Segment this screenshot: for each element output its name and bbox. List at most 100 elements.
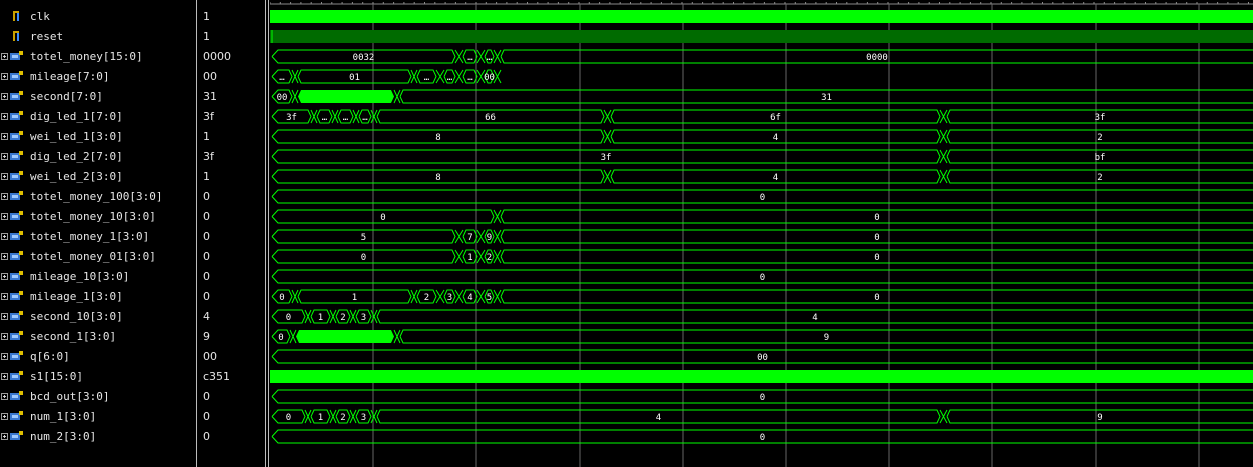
expand-icon[interactable] <box>1 293 8 300</box>
bus-value-label: 6f <box>770 113 781 123</box>
bus-value-label: 2 <box>1097 133 1102 143</box>
expand-icon[interactable] <box>1 173 8 180</box>
bus-value-label: 01 <box>349 73 360 83</box>
bus-signal-icon <box>10 391 23 400</box>
signal-row[interactable]: mileage[7:0] <box>0 67 196 87</box>
waveform-row[interactable]: 8 4 2 <box>271 169 1253 184</box>
bus-signal-icon <box>10 131 23 140</box>
signal-name: totel_money_100[3:0] <box>30 190 163 203</box>
bus-value-label: bf <box>1095 153 1106 163</box>
signal-value: 1 <box>203 10 210 23</box>
waveform-row[interactable]: 0 1 2 0 <box>271 249 1253 264</box>
expand-icon[interactable] <box>1 133 8 140</box>
expand-icon[interactable] <box>1 153 8 160</box>
signal-row[interactable]: num_2[3:0] <box>0 427 196 447</box>
waveform-row[interactable]: 00 31 <box>271 89 1253 104</box>
signal-row[interactable]: second[7:0] <box>0 87 196 107</box>
expand-icon[interactable] <box>1 373 8 380</box>
waveform-row[interactable]: 3f … … … 66 6f 3f <box>271 109 1253 124</box>
bus-value-label: 00 <box>484 73 495 83</box>
bus-value-label: 9 <box>1097 413 1102 423</box>
expand-icon[interactable] <box>1 73 8 80</box>
waveform-row[interactable]: 0 1 2 3 4 5 0 <box>271 289 1253 304</box>
waveform-row[interactable]: 0 <box>271 189 1253 204</box>
bus-value-label: 0000 <box>866 53 888 63</box>
high-level-bar <box>270 30 1253 43</box>
signal-name: reset <box>30 30 64 43</box>
expand-icon[interactable] <box>1 213 8 220</box>
bus-signal-icon <box>10 211 23 220</box>
bus-value-label: 0 <box>760 433 765 443</box>
waveform-row[interactable]: 09 <box>271 329 1253 344</box>
signal-row[interactable]: totel_money_01[3:0] <box>0 247 196 267</box>
expand-icon[interactable] <box>1 313 8 320</box>
expand-icon[interactable] <box>1 53 8 60</box>
expand-icon[interactable] <box>1 393 8 400</box>
value-wave-divider[interactable] <box>265 0 266 467</box>
signal-name: second_10[3:0] <box>30 310 123 323</box>
signal-row[interactable]: totel_money[15:0] <box>0 47 196 67</box>
waveform-row[interactable] <box>270 30 1253 43</box>
signal-row[interactable]: mileage_1[3:0] <box>0 287 196 307</box>
waveform-row[interactable]: 0032 … … 0000 <box>271 49 1253 64</box>
signal-name: num_2[3:0] <box>30 430 97 443</box>
bus-value-label: 0 <box>278 333 283 343</box>
bus-value-label: … <box>362 113 368 123</box>
waveform-row[interactable]: … 01 … … … 00 <box>271 69 502 84</box>
waveform-row[interactable]: 00 <box>271 349 1253 364</box>
waveform-row[interactable]: 0 1 2 3 4 9 <box>271 409 1253 424</box>
expand-icon[interactable] <box>1 113 8 120</box>
waveform-row[interactable]: 0 <box>271 269 1253 284</box>
signal-row[interactable]: totel_money_1[3:0] <box>0 227 196 247</box>
expand-icon[interactable] <box>1 253 8 260</box>
signal-row[interactable]: totel_money_10[3:0] <box>0 207 196 227</box>
signal-name: mileage_10[3:0] <box>30 270 130 283</box>
waveform-row[interactable] <box>270 10 1253 23</box>
bus-value-label: 4 <box>812 313 817 323</box>
signal-row[interactable]: s1[15:0] <box>0 367 196 387</box>
waveform-row[interactable] <box>270 370 1253 383</box>
signal-row[interactable]: second_1[3:0] <box>0 327 196 347</box>
signal-row[interactable]: dig_led_1[7:0] <box>0 107 196 127</box>
waveform-area[interactable]: 0032…… 0000 … 01……… 00 00 31 3f……… 66 6f 3f 8 4 2 3f bf… <box>270 0 1253 467</box>
waveform-row[interactable]: 0 <box>271 429 1253 444</box>
expand-icon[interactable] <box>1 193 8 200</box>
expand-icon[interactable] <box>1 413 8 420</box>
expand-icon[interactable] <box>1 353 8 360</box>
signal-row[interactable]: wei_led_1[3:0] <box>0 127 196 147</box>
bus-value-label: 2 <box>424 293 429 303</box>
signal-name: wei_led_1[3:0] <box>30 130 123 143</box>
expand-icon[interactable] <box>1 433 8 440</box>
bus-signal-icon <box>10 151 23 160</box>
signal-row[interactable]: mileage_10[3:0] <box>0 267 196 287</box>
bus-value-label: 4 <box>773 133 778 143</box>
signal-value: 0 <box>203 390 210 403</box>
signal-name: dig_led_1[7:0] <box>30 110 123 123</box>
signal-row[interactable]: num_1[3:0] <box>0 407 196 427</box>
waveform-row[interactable]: 0 1 2 3 4 <box>271 309 1253 324</box>
signal-name: num_1[3:0] <box>30 410 97 423</box>
expand-icon[interactable] <box>1 273 8 280</box>
signal-name: s1[15:0] <box>30 370 83 383</box>
signal-row[interactable]: totel_money_100[3:0] <box>0 187 196 207</box>
signal-value: 0 <box>203 430 210 443</box>
signal-row[interactable]: q[6:0] <box>0 347 196 367</box>
waveform-row[interactable]: 3f bf <box>271 149 1253 164</box>
expand-icon[interactable] <box>1 333 8 340</box>
waveform-row[interactable]: 0 <box>271 389 1253 404</box>
signal-row[interactable]: bcd_out[3:0] <box>0 387 196 407</box>
signal-name: second[7:0] <box>30 90 103 103</box>
expand-icon[interactable] <box>1 233 8 240</box>
waveform-row[interactable]: 5 7 9 0 <box>271 229 1253 244</box>
signal-name: second_1[3:0] <box>30 330 117 343</box>
bus-signal-icon <box>10 331 23 340</box>
signal-row[interactable]: dig_led_2[7:0] <box>0 147 196 167</box>
signal-row[interactable]: wei_led_2[3:0] <box>0 167 196 187</box>
signal-row[interactable]: second_10[3:0] <box>0 307 196 327</box>
signal-value: 0000 <box>203 50 231 63</box>
waveform-row[interactable]: 8 4 2 <box>271 129 1253 144</box>
waveform-row[interactable]: 00 <box>271 209 1253 224</box>
expand-icon[interactable] <box>1 93 8 100</box>
signal-row[interactable]: reset <box>0 27 196 47</box>
signal-row[interactable]: clk <box>0 7 196 27</box>
